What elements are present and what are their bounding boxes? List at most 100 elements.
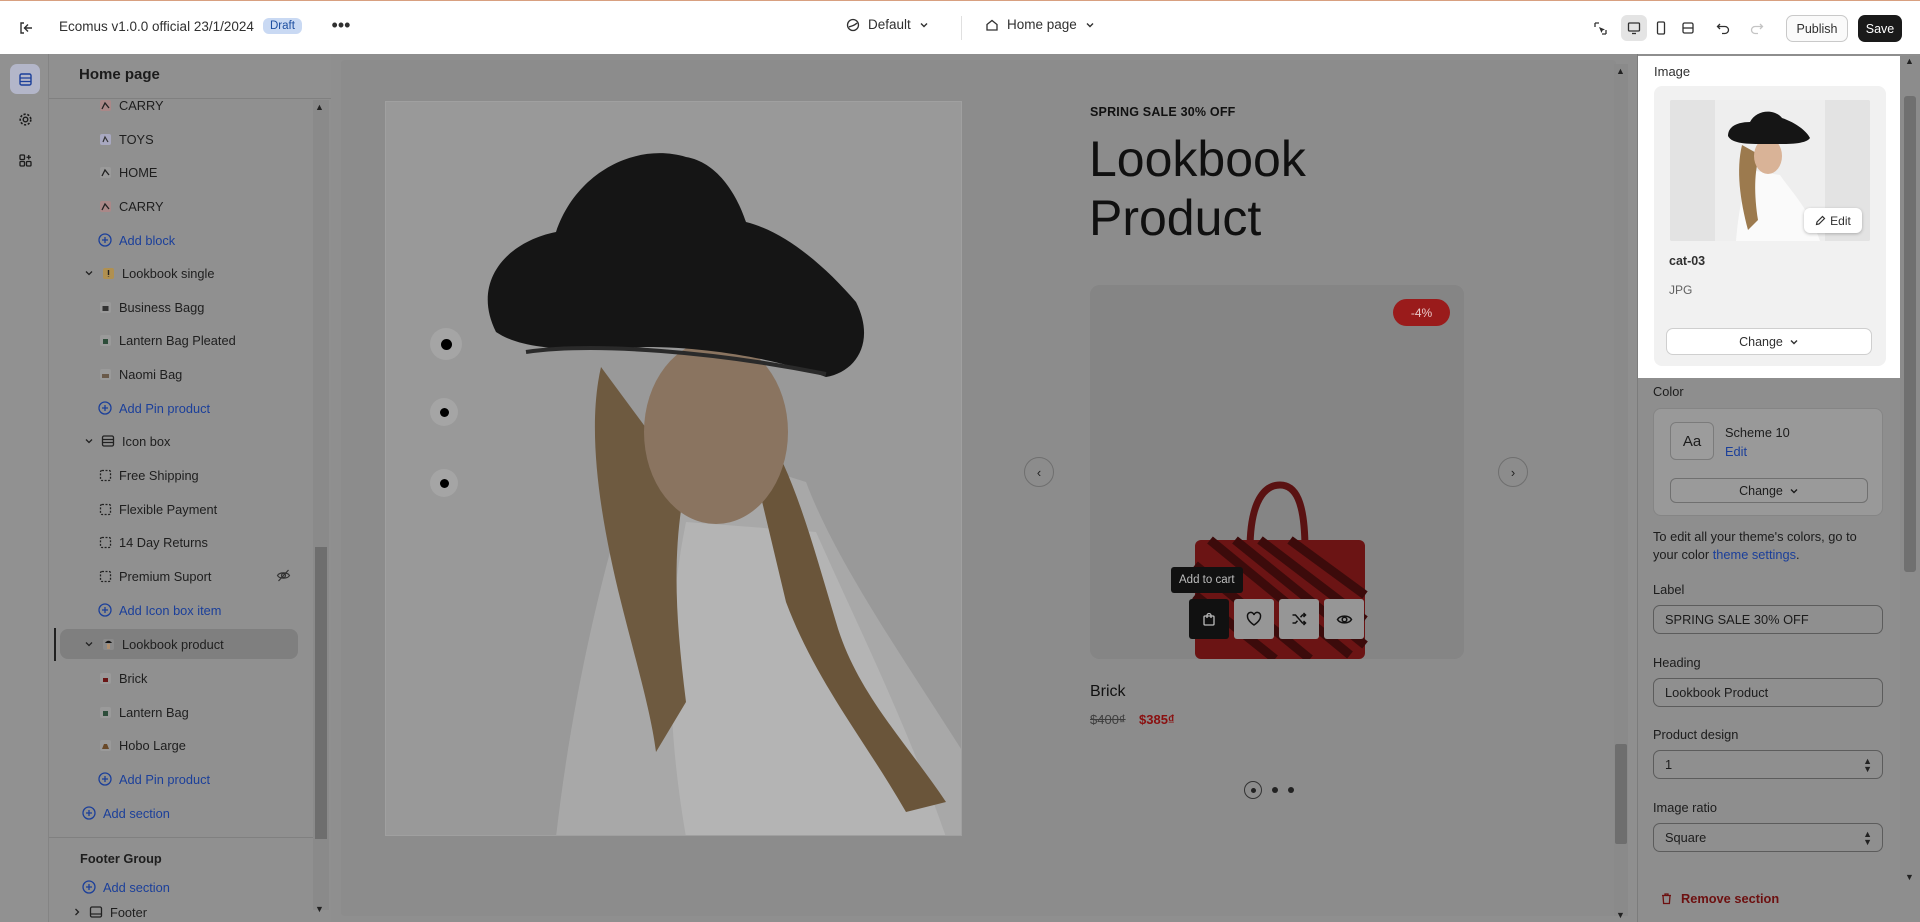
heading-input-value: Lookbook Product (1665, 685, 1769, 700)
pagination-dot[interactable] (1272, 787, 1278, 793)
add-to-cart-button[interactable] (1189, 599, 1229, 639)
image-change-button[interactable]: Change (1666, 328, 1872, 355)
heart-icon (1246, 611, 1262, 626)
hotspot-pin[interactable] (430, 398, 458, 426)
wishlist-button[interactable] (1234, 599, 1274, 639)
tree-item-label: Business Bagg (119, 299, 205, 315)
chevron-down-icon (1790, 488, 1798, 493)
tree-item-block[interactable]: CARRY (98, 191, 164, 221)
tree-item-block[interactable]: 14 Day Returns (98, 527, 208, 557)
scrollbar-thumb[interactable] (1904, 96, 1916, 572)
preview-scrollbar[interactable]: ▲ ▼ (1614, 64, 1628, 920)
exit-button[interactable] (14, 16, 38, 40)
image-edit-button[interactable]: Edit (1804, 208, 1862, 233)
product-thumbnail-icon (98, 333, 112, 347)
tree-item-block[interactable]: Lantern Bag Pleated (98, 325, 236, 355)
tree-item-block[interactable]: HOME (98, 157, 157, 187)
scrollbar-thumb[interactable] (1615, 744, 1627, 844)
pagination-dot[interactable] (1288, 787, 1294, 793)
undo-button[interactable] (1710, 15, 1736, 41)
sidebar-scrollbar[interactable]: ▲ ▼ (313, 100, 329, 914)
add-block-button[interactable]: Add block (98, 225, 175, 255)
add-icon-box-item-button[interactable]: Add Icon box item (98, 595, 221, 625)
apps-nav-button[interactable] (10, 145, 40, 175)
hotspot-pin[interactable] (430, 469, 458, 497)
add-pin-product-button[interactable]: Add Pin product (98, 764, 210, 794)
tree-item-section[interactable]: Icon box (82, 426, 170, 456)
chevron-right-icon[interactable] (70, 905, 84, 919)
quick-view-button[interactable] (1324, 599, 1364, 639)
tree-item-block[interactable]: Naomi Bag (98, 359, 182, 389)
mobile-view-button[interactable] (1648, 15, 1674, 41)
swatch-text: Aa (1682, 432, 1702, 450)
color-change-button[interactable]: Change (1670, 478, 1868, 503)
remove-section-button[interactable]: Remove section (1660, 891, 1779, 906)
label-input[interactable]: SPRING SALE 30% OFF (1653, 605, 1883, 634)
sections-nav-button[interactable] (10, 64, 40, 94)
tree-item-block[interactable]: Free Shipping (98, 460, 199, 490)
scroll-up-arrow-icon[interactable]: ▲ (1616, 66, 1625, 76)
settings-scrollbar[interactable]: ▲ ▼ (1900, 56, 1920, 882)
inspector-toggle-button[interactable] (1587, 15, 1613, 41)
tree-item-block[interactable]: Flexible Payment (98, 494, 217, 524)
product-name[interactable]: Brick (1090, 683, 1126, 701)
tree-item-section[interactable]: Footer (70, 905, 147, 922)
add-section-label: Add section (103, 805, 170, 821)
scroll-down-arrow-icon[interactable]: ▼ (1616, 910, 1625, 920)
product-card[interactable] (1090, 285, 1464, 659)
lookbook-image[interactable] (385, 101, 962, 836)
save-button[interactable]: Save (1858, 15, 1902, 42)
product-design-select[interactable]: 1 ▲ ▼ (1653, 750, 1883, 779)
tree-item-section[interactable]: Lookbook single (82, 258, 215, 288)
publish-button[interactable]: Publish (1786, 15, 1848, 42)
color-scheme-edit-link[interactable]: Edit (1725, 444, 1747, 459)
compare-button[interactable] (1279, 599, 1319, 639)
chevron-down-icon[interactable] (82, 637, 96, 651)
add-pin-product-button[interactable]: Add Pin product (98, 393, 210, 423)
left-rail (0, 54, 49, 922)
color-scheme-swatch[interactable]: Aa (1670, 422, 1714, 460)
visibility-toggle-button[interactable] (276, 568, 291, 586)
image-setting-label: Image (1654, 64, 1691, 79)
more-actions-button[interactable]: ••• (329, 15, 353, 39)
tree-item-block[interactable]: Business Bagg (98, 292, 204, 322)
tree-item-block[interactable]: Lantern Bag (98, 697, 189, 727)
redo-button[interactable] (1744, 15, 1770, 41)
scroll-down-arrow-icon[interactable]: ▼ (1905, 872, 1914, 882)
scrollbar-thumb[interactable] (315, 547, 327, 839)
carousel-next-button[interactable]: › (1498, 457, 1528, 487)
tree-item-block[interactable]: Brick (98, 663, 147, 693)
add-section-button[interactable]: Add section (82, 798, 170, 828)
chevron-down-icon[interactable] (82, 266, 96, 280)
theme-settings-link[interactable]: theme settings (1713, 547, 1796, 562)
plus-circle-icon (98, 401, 112, 415)
heading-input[interactable]: Lookbook Product (1653, 678, 1883, 707)
carousel-prev-button[interactable]: ‹ (1024, 457, 1054, 487)
page-select-label: Home page (1007, 17, 1077, 32)
scroll-up-arrow-icon[interactable]: ▲ (1905, 56, 1914, 66)
footer-add-section-button[interactable]: Add section (82, 872, 170, 902)
price-sale: $385₫ (1139, 712, 1175, 727)
eye-icon (1336, 614, 1352, 624)
tree-item-block[interactable]: Premium Suport (98, 561, 211, 591)
page-select[interactable]: Home page (985, 17, 1095, 32)
theme-settings-nav-button[interactable] (10, 104, 40, 134)
scroll-down-arrow-icon[interactable]: ▼ (315, 904, 324, 914)
tree-item-block[interactable]: CARRY (98, 90, 164, 120)
tree-item-block[interactable]: Hobo Large (98, 730, 186, 760)
theme-select[interactable]: Default (846, 17, 929, 32)
image-ratio-select[interactable]: Square ▲ ▼ (1653, 823, 1883, 852)
product-thumbnail-icon (98, 199, 112, 213)
pagination-dot-active[interactable] (1244, 781, 1262, 799)
chevron-down-icon[interactable] (82, 434, 96, 448)
cursor-select-icon (1593, 21, 1607, 35)
fullscreen-view-button[interactable] (1675, 15, 1701, 41)
desktop-view-button[interactable] (1621, 15, 1647, 41)
tree-item-section-selected[interactable]: Lookbook product (60, 629, 298, 659)
plus-circle-icon (98, 772, 112, 786)
scroll-up-arrow-icon[interactable]: ▲ (315, 102, 324, 112)
hotspot-pin[interactable] (430, 328, 462, 360)
tree-item-block[interactable]: TOYS (98, 124, 154, 154)
tree-item-label: 14 Day Returns (119, 534, 208, 550)
eye-off-icon (276, 569, 291, 582)
